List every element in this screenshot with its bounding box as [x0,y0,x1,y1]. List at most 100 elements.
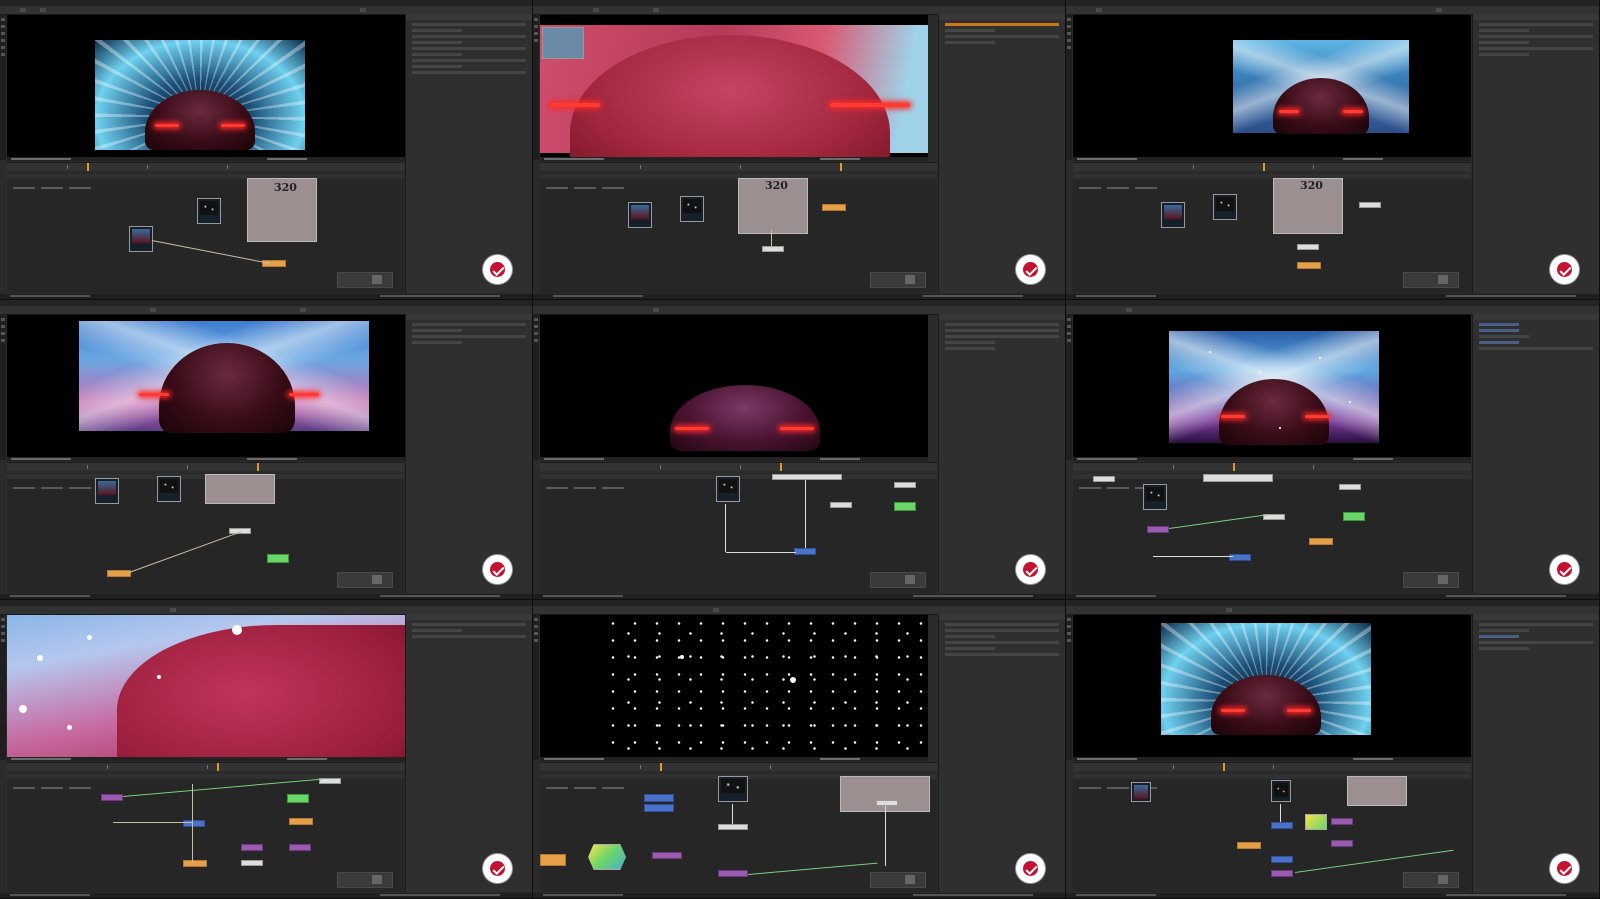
particle-node[interactable] [1143,484,1167,510]
node-navigator[interactable] [870,572,926,588]
loader-node[interactable] [628,202,652,228]
playhead[interactable] [840,163,842,171]
node-navigator[interactable] [337,872,393,888]
node-graph[interactable]: 320 [7,174,404,293]
blur-node[interactable] [289,818,313,825]
particle-node[interactable] [1213,194,1237,220]
timeline[interactable] [1073,162,1471,171]
loader-node[interactable] [1131,782,1151,802]
timeline[interactable] [7,762,404,771]
transform-node[interactable] [1359,202,1381,208]
node-graph[interactable] [7,474,404,593]
playhead[interactable] [1263,163,1265,171]
node-navigator[interactable] [870,272,926,288]
node-graph[interactable] [1073,474,1471,593]
timeline[interactable] [7,162,404,171]
toolbar-button[interactable] [653,308,659,312]
viewer[interactable] [7,315,405,458]
playhead[interactable] [1233,463,1235,471]
viewer[interactable] [1073,315,1471,458]
backdrop-node[interactable]: 320 [738,178,808,234]
timeline[interactable] [7,462,404,471]
particle-node[interactable] [197,198,221,224]
backdrop-bar[interactable] [1203,474,1273,482]
output-node[interactable] [762,246,784,252]
toolbar-button[interactable] [300,308,306,312]
output-node[interactable] [894,482,916,488]
blur-node[interactable] [1309,538,1333,545]
purple-node[interactable] [1331,818,1353,825]
purple-node-3[interactable] [1271,870,1293,877]
timeline[interactable] [540,762,937,771]
toolbar-button[interactable] [1436,8,1442,12]
playhead[interactable] [87,163,89,171]
merge-node[interactable] [794,548,816,555]
blur-node[interactable] [1237,842,1261,849]
shader-node-1[interactable] [644,794,674,802]
output-node[interactable] [1339,484,1361,490]
output-node[interactable] [876,800,898,806]
toolbar-button[interactable] [150,308,156,312]
particle-node[interactable] [718,776,748,802]
node-navigator[interactable] [1403,572,1459,588]
node-graph[interactable] [540,774,937,892]
color-wheel-node[interactable] [1305,814,1327,830]
color-node[interactable] [894,502,916,511]
particle-node[interactable] [716,476,740,502]
backdrop-node[interactable]: 320 [1273,178,1343,234]
purple-node-3[interactable] [289,844,311,851]
color-wheel-node[interactable] [588,844,626,870]
output-node[interactable] [262,260,286,267]
node-navigator[interactable] [337,572,393,588]
node-navigator[interactable] [870,872,926,888]
loader-node[interactable] [1093,476,1115,482]
node-navigator[interactable] [1403,272,1459,288]
viewer[interactable] [540,615,928,758]
viewer[interactable] [540,315,928,458]
toolbar-button[interactable] [1126,308,1132,312]
playhead[interactable] [257,463,259,471]
backdrop-node[interactable]: 320 [247,178,317,242]
color-node[interactable] [267,554,289,563]
color-node[interactable] [287,794,309,803]
node-graph[interactable]: 320 [1073,174,1471,293]
loader-node[interactable] [1161,202,1185,228]
toolbar-button[interactable] [713,608,719,612]
toolbar-button[interactable] [40,8,46,12]
shader-node[interactable] [1271,822,1293,829]
node-graph[interactable]: 320 [540,174,937,293]
blur-node[interactable] [540,854,566,866]
particle-node[interactable] [680,196,704,222]
playhead[interactable] [217,763,219,771]
node-graph[interactable] [7,774,404,892]
transform-node[interactable] [718,824,748,830]
timeline[interactable] [540,162,937,171]
node-navigator[interactable] [1403,872,1459,888]
purple-node[interactable] [1147,526,1169,533]
purple-node-2[interactable] [241,844,263,851]
output-node[interactable] [1297,262,1321,269]
merge-node[interactable] [1297,244,1319,250]
toolbar-button[interactable] [593,8,599,12]
node-navigator[interactable] [337,272,393,288]
purple-node[interactable] [652,852,682,859]
merge-node[interactable] [822,204,846,211]
playhead[interactable] [780,463,782,471]
backdrop-node[interactable] [1347,776,1407,806]
viewer[interactable] [7,615,405,758]
purple-node-2[interactable] [718,870,748,877]
purple-node[interactable] [101,794,123,801]
node-graph[interactable] [1073,774,1471,892]
purple-node-2[interactable] [1331,840,1353,847]
backdrop-node[interactable] [205,474,275,504]
particle-node[interactable] [1271,780,1291,802]
timeline[interactable] [540,462,937,471]
playhead[interactable] [660,763,662,771]
shader-node-2[interactable] [644,804,674,812]
viewer[interactable] [1073,615,1471,758]
particle-node[interactable] [157,476,181,502]
loader-node[interactable] [95,478,119,504]
timeline[interactable] [1073,762,1471,771]
playhead[interactable] [1223,763,1225,771]
viewer[interactable] [7,15,405,158]
